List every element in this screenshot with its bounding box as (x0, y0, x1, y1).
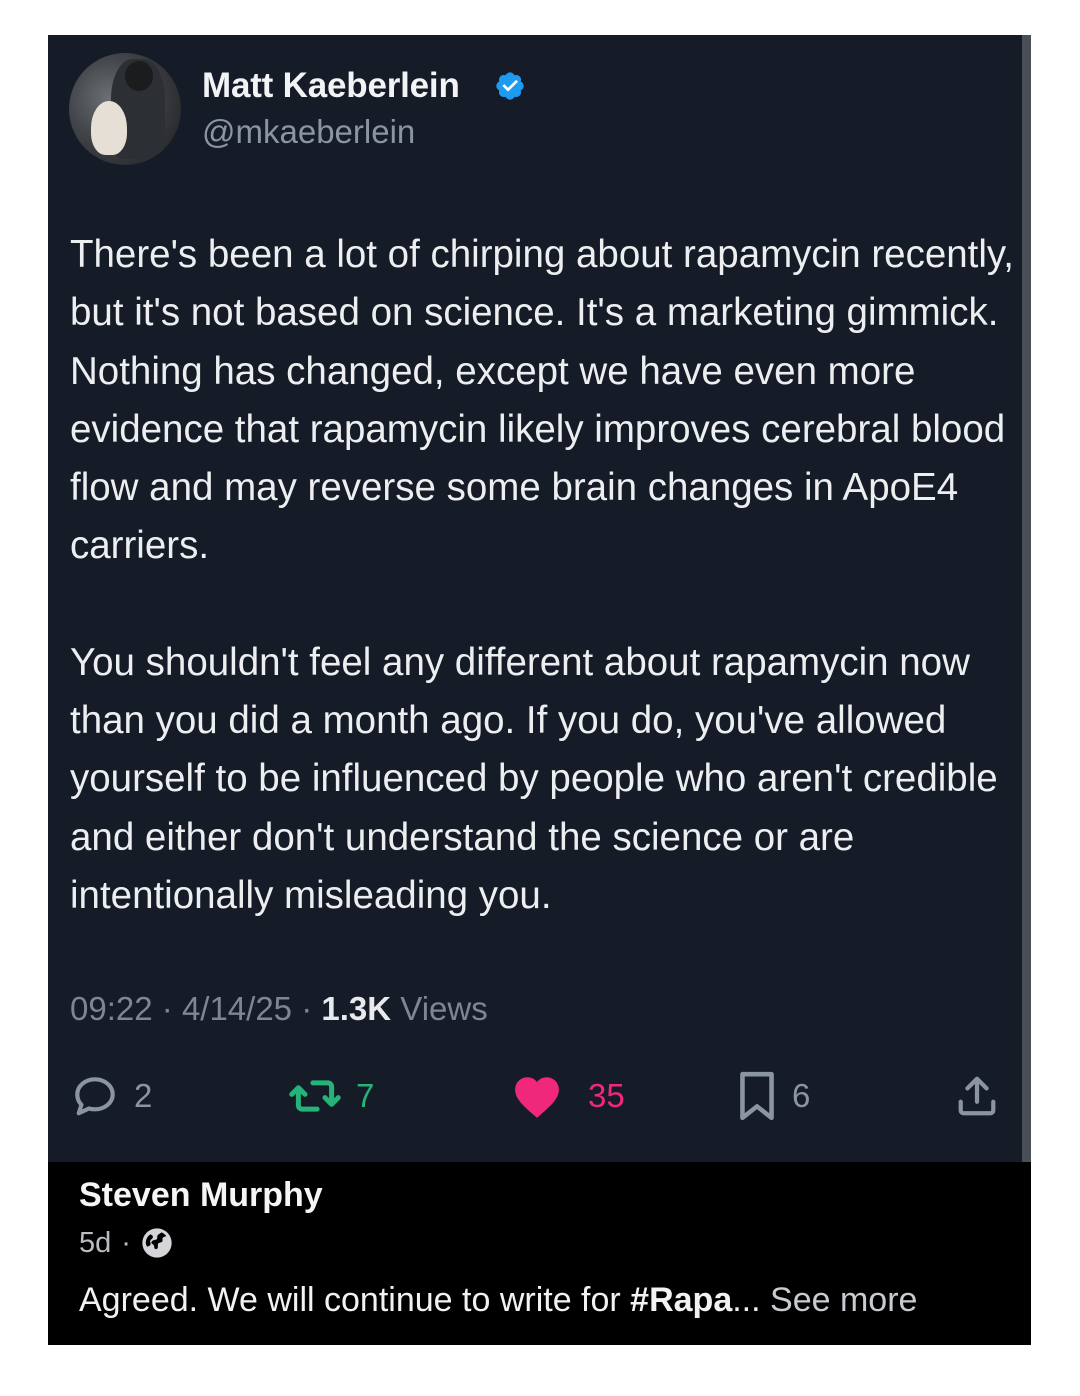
tweet-paragraph-2: You shouldn't feel any different about r… (70, 640, 998, 917)
views-count[interactable]: 1.3K (321, 990, 391, 1027)
globe-icon (142, 1228, 172, 1258)
see-more-link[interactable]: See more (770, 1281, 917, 1319)
bookmark-icon (740, 1071, 774, 1121)
reply-button[interactable]: 2 (70, 1066, 152, 1126)
avatar-dog (91, 101, 127, 155)
commenter-name[interactable]: Steven Murphy (79, 1176, 323, 1215)
comment-meta: 5d · (79, 1224, 173, 1262)
repost-button[interactable]: 7 (288, 1066, 374, 1126)
like-button[interactable]: 35 (512, 1066, 625, 1126)
share-button[interactable] (954, 1066, 1000, 1126)
verified-badge-icon (496, 72, 524, 100)
heart-icon (515, 1077, 559, 1118)
bookmark-button[interactable]: 6 (736, 1066, 810, 1126)
comment-ellipsis: ... (732, 1281, 761, 1319)
tweet-card: Matt Kaeberlein @mkaeberlein There's bee… (48, 35, 1031, 1162)
meta-separator: · (121, 1226, 131, 1259)
author-name[interactable]: Matt Kaeberlein (202, 66, 460, 106)
comment-text-body: Agreed. We will continue to write for (79, 1281, 631, 1319)
tweet-time[interactable]: 09:22 (70, 990, 153, 1027)
meta-separator: · (161, 990, 173, 1027)
tweet-text: There's been a lot of chirping about rap… (70, 226, 1015, 925)
bookmark-count: 6 (792, 1077, 811, 1114)
comment-text: Agreed. We will continue to write for #R… (79, 1281, 917, 1320)
author-handle[interactable]: @mkaeberlein (202, 113, 415, 151)
tweet-paragraph-1: There's been a lot of chirping about rap… (70, 233, 1014, 568)
meta-separator: · (301, 990, 313, 1027)
comment-hashtag[interactable]: #Rapa (630, 1281, 732, 1319)
views-label: Views (400, 990, 488, 1027)
share-icon (958, 1076, 996, 1116)
avatar[interactable] (69, 53, 181, 165)
comment-card: Steven Murphy 5d · Agreed. We will conti… (48, 1162, 1031, 1345)
repost-icon (289, 1080, 341, 1112)
avatar-head (125, 61, 153, 91)
tweet-date[interactable]: 4/14/25 (182, 990, 292, 1027)
tweet-meta: 09:22 · 4/14/25 · 1.3K Views (70, 990, 488, 1028)
repost-count: 7 (356, 1077, 375, 1114)
reply-icon (75, 1077, 115, 1116)
tweet-actions: 2 7 35 6 (48, 1066, 1031, 1126)
like-count: 35 (588, 1077, 625, 1114)
scrollbar[interactable] (1022, 35, 1031, 1162)
comment-age[interactable]: 5d (79, 1227, 111, 1260)
reply-count: 2 (134, 1077, 153, 1114)
